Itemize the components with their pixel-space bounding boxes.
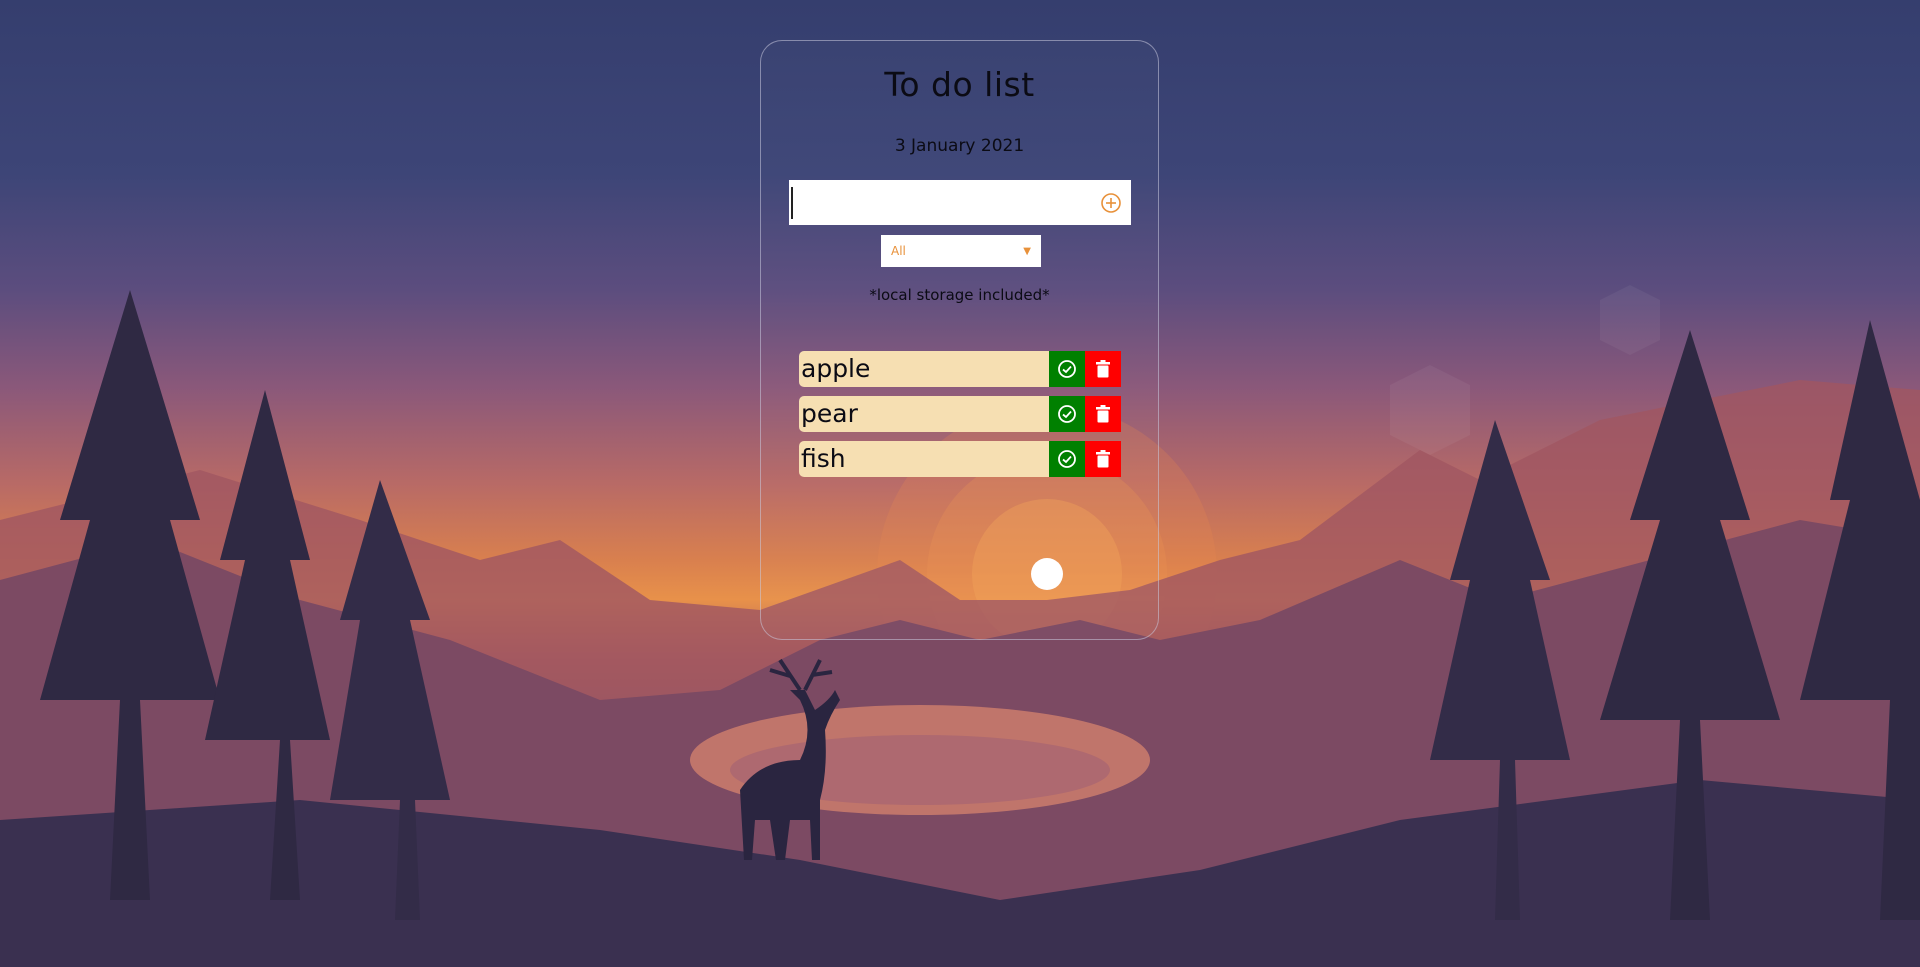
check-circle-icon bbox=[1058, 360, 1076, 378]
current-date: 3 January 2021 bbox=[894, 136, 1025, 156]
complete-button[interactable] bbox=[1049, 441, 1085, 477]
trash-icon bbox=[1096, 450, 1110, 468]
filter-selected-value: All bbox=[891, 244, 906, 258]
check-circle-icon bbox=[1058, 450, 1076, 468]
todo-item: fish bbox=[799, 441, 1121, 477]
todo-list: apple pear fish bbox=[799, 351, 1121, 486]
chevron-down-icon: ▼ bbox=[1023, 245, 1031, 257]
todo-item-text: apple bbox=[799, 351, 1049, 387]
todo-item-text: fish bbox=[799, 441, 1049, 477]
todo-input[interactable] bbox=[791, 186, 1091, 219]
add-todo-button[interactable] bbox=[1091, 180, 1131, 225]
storage-note: *local storage included* bbox=[869, 286, 1050, 304]
complete-button[interactable] bbox=[1049, 396, 1085, 432]
todo-item: pear bbox=[799, 396, 1121, 432]
trash-icon bbox=[1096, 405, 1110, 423]
todo-form bbox=[789, 180, 1131, 225]
complete-button[interactable] bbox=[1049, 351, 1085, 387]
todo-card: To do list 3 January 2021 All ▼ *local s… bbox=[760, 40, 1159, 640]
todo-item-text: pear bbox=[799, 396, 1049, 432]
delete-button[interactable] bbox=[1085, 396, 1121, 432]
filter-select[interactable]: All ▼ bbox=[881, 235, 1041, 267]
trash-icon bbox=[1096, 360, 1110, 378]
page-background: To do list 3 January 2021 All ▼ *local s… bbox=[0, 0, 1920, 967]
delete-button[interactable] bbox=[1085, 441, 1121, 477]
check-circle-icon bbox=[1058, 405, 1076, 423]
delete-button[interactable] bbox=[1085, 351, 1121, 387]
page-title: To do list bbox=[884, 65, 1035, 104]
plus-circle-icon bbox=[1101, 192, 1121, 213]
todo-item: apple bbox=[799, 351, 1121, 387]
